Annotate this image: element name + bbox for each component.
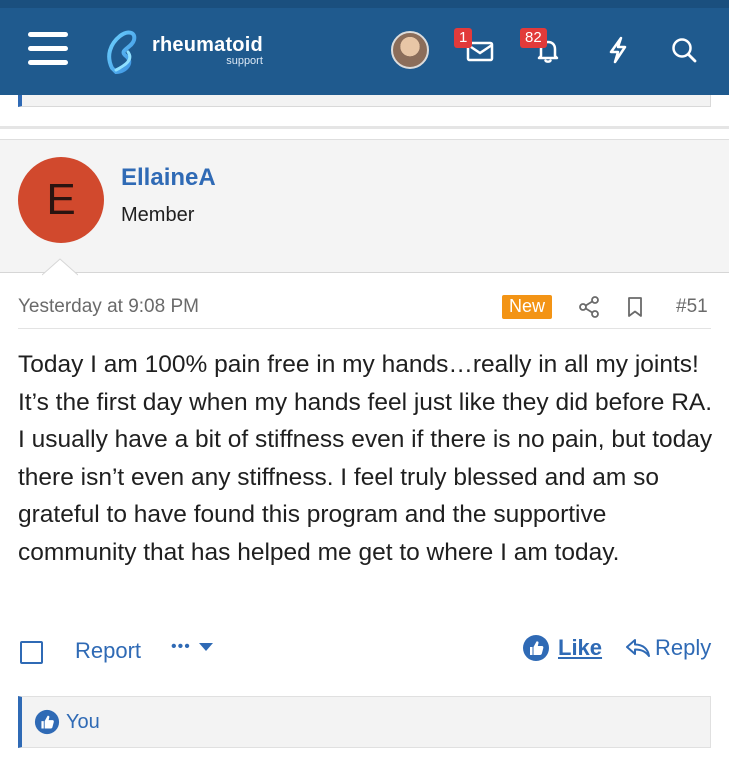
like-button[interactable]: Like [522, 634, 602, 662]
post-number[interactable]: #51 [676, 296, 708, 318]
thumbs-up-icon [523, 635, 549, 661]
site-logo[interactable]: rheumatoid support [104, 26, 263, 76]
report-link[interactable]: Report [75, 638, 141, 664]
more-dots: ••• [171, 638, 191, 655]
reply-label: Reply [655, 635, 712, 660]
more-actions-menu[interactable]: ••• [171, 638, 215, 656]
logo-sub: support [226, 55, 263, 67]
bookmark-icon[interactable] [622, 295, 648, 319]
post-timestamp[interactable]: Yesterday at 9:08 PM [18, 296, 199, 318]
post-user-block: E EllaineA Member [0, 139, 729, 273]
search-button[interactable] [666, 34, 702, 66]
author-name[interactable]: EllaineA [121, 164, 216, 192]
post-separator [0, 126, 729, 129]
author-title: Member [121, 204, 195, 226]
reactions-bar: You [18, 696, 711, 748]
reactions-list-link[interactable]: You [66, 711, 100, 734]
caret-down-icon [198, 643, 213, 651]
like-label: Like [558, 635, 603, 660]
inbox-badge: 1 [454, 28, 473, 48]
author-avatar[interactable]: E [18, 157, 104, 243]
top-navigation-bar: rheumatoid support 1 82 [0, 0, 729, 95]
user-avatar[interactable] [391, 31, 429, 69]
logo-mark-icon [107, 30, 137, 75]
reply-arrow-icon [626, 639, 650, 657]
post-body-text: Today I am 100% pain free in my hands…re… [18, 351, 713, 566]
new-badge: New [502, 295, 553, 319]
menu-icon[interactable] [28, 32, 70, 66]
search-icon [672, 38, 697, 63]
inbox-button[interactable]: 1 [454, 28, 498, 66]
whats-new-button[interactable] [600, 34, 636, 66]
header-top-strip [0, 0, 729, 8]
alerts-button[interactable]: 82 [520, 28, 566, 66]
share-icon[interactable] [576, 295, 602, 319]
thumbs-up-reaction-icon [34, 709, 60, 735]
reply-button[interactable]: Reply [625, 635, 711, 661]
lightning-bolt-icon [609, 36, 627, 64]
alerts-badge: 82 [520, 28, 547, 48]
user-block-pointer [42, 258, 78, 276]
logo-name: rheumatoid [152, 34, 263, 56]
meta-divider [18, 328, 711, 329]
previous-post-reactions-edge [18, 95, 711, 107]
select-post-checkbox[interactable] [20, 641, 43, 664]
